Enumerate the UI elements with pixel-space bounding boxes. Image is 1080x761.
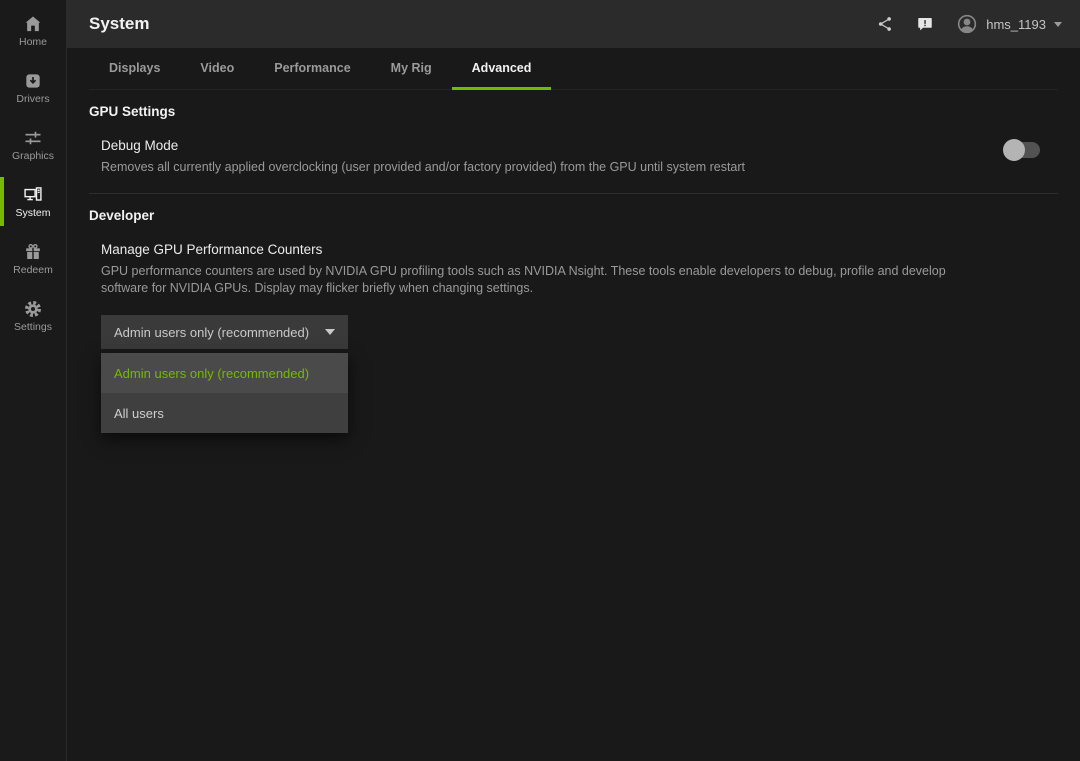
tab-advanced[interactable]: Advanced [452, 48, 552, 89]
toggle-knob [1003, 139, 1025, 161]
gpu-settings-heading: GPU Settings [89, 104, 1058, 119]
tab-displays[interactable]: Displays [89, 48, 180, 89]
feedback-icon[interactable] [916, 15, 934, 33]
sidebar-item-label: Home [19, 37, 47, 48]
sidebar-item-settings[interactable]: Settings [0, 287, 66, 344]
home-icon [23, 14, 43, 34]
chevron-down-icon [325, 329, 335, 335]
tab-my-rig[interactable]: My Rig [371, 48, 452, 89]
tab-bar: Displays Video Performance My Rig Advanc… [89, 48, 1058, 90]
sidebar-item-label: Graphics [12, 151, 54, 162]
dropdown-option-all-users[interactable]: All users [101, 393, 348, 433]
chevron-down-icon [1054, 22, 1062, 27]
tab-video[interactable]: Video [180, 48, 254, 89]
user-menu[interactable]: hms_1193 [956, 13, 1062, 35]
redeem-icon [23, 242, 43, 262]
debug-mode-toggle[interactable] [1004, 141, 1040, 159]
section-divider [89, 193, 1058, 194]
dropdown-menu: Admin users only (recommended) All users [101, 353, 348, 433]
perf-counters-dropdown: Admin users only (recommended) Admin use… [101, 315, 348, 349]
settings-icon [23, 299, 43, 319]
drivers-icon [23, 71, 43, 91]
sidebar-item-graphics[interactable]: Graphics [0, 116, 66, 173]
system-settings-content: Displays Video Performance My Rig Advanc… [67, 48, 1080, 761]
sidebar-item-system[interactable]: System [0, 173, 66, 230]
debug-mode-label: Debug Mode [101, 138, 984, 153]
sidebar-item-label: System [15, 208, 50, 219]
perf-counters-description: GPU performance counters are used by NVI… [101, 263, 966, 297]
sidebar-item-label: Settings [14, 322, 52, 333]
page-title: System [89, 14, 876, 34]
developer-heading: Developer [89, 208, 1058, 223]
username-label: hms_1193 [986, 17, 1046, 32]
main-area: System hms_1193 [67, 0, 1080, 761]
top-bar: System hms_1193 [67, 0, 1080, 48]
system-icon [23, 185, 43, 205]
sidebar: Home Drivers Graphics System Redeem [0, 0, 67, 761]
perf-counters-select[interactable]: Admin users only (recommended) [101, 315, 348, 349]
sidebar-item-label: Redeem [13, 265, 53, 276]
user-avatar [956, 13, 978, 35]
sidebar-item-label: Drivers [16, 94, 49, 105]
debug-mode-description: Removes all currently applied overclocki… [101, 159, 966, 176]
top-bar-actions: hms_1193 [876, 13, 1062, 35]
graphics-icon [23, 128, 43, 148]
sidebar-item-home[interactable]: Home [0, 2, 66, 59]
perf-counters-row: Manage GPU Performance Counters GPU perf… [89, 242, 1058, 297]
share-icon[interactable] [876, 15, 894, 33]
nvidia-app-window: Home Drivers Graphics System Redeem [0, 0, 1080, 761]
selected-value: Admin users only (recommended) [114, 325, 309, 340]
dropdown-option-admin-only[interactable]: Admin users only (recommended) [101, 353, 348, 393]
sidebar-item-redeem[interactable]: Redeem [0, 230, 66, 287]
sidebar-item-drivers[interactable]: Drivers [0, 59, 66, 116]
perf-counters-label: Manage GPU Performance Counters [101, 242, 1058, 257]
debug-mode-row: Debug Mode Removes all currently applied… [89, 138, 1058, 176]
tab-performance[interactable]: Performance [254, 48, 370, 89]
